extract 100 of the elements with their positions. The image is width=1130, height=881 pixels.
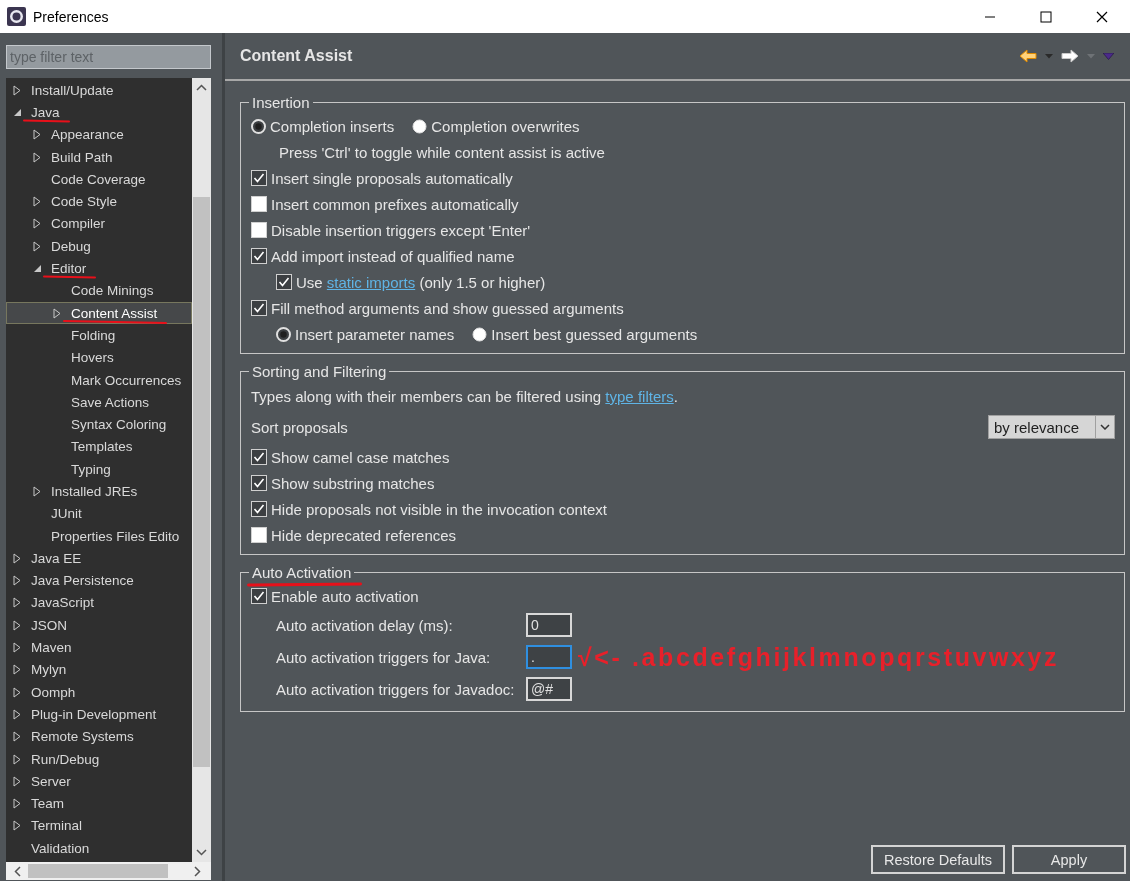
app-icon [7,7,26,26]
radio-label: Completion overwrites [431,117,580,135]
expand-arrow-icon[interactable] [13,731,21,743]
group-title: Auto Activation [252,564,352,581]
tree-item[interactable]: Properties Files Edito [6,524,192,548]
expand-arrow-icon[interactable] [33,151,41,163]
tree-item[interactable]: Folding [6,324,192,347]
tree-item[interactable]: Java Persistence [6,569,192,592]
input-field[interactable]: @# [526,677,572,701]
tree-item[interactable]: Team [6,792,192,815]
expand-arrow-icon[interactable] [13,84,21,96]
horizontal-scrollbar[interactable] [6,862,211,880]
radio-button[interactable] [251,118,266,134]
apply-button[interactable]: Apply [1012,845,1126,874]
field-label: Auto activation triggers for Java: [276,648,492,666]
expand-arrow-icon[interactable] [13,820,21,832]
expand-arrow-icon[interactable] [13,575,21,587]
dropdown[interactable]: by relevance [988,415,1115,439]
expand-arrow-icon[interactable] [13,798,21,810]
checkbox[interactable] [251,588,267,604]
tree-item[interactable]: Save Actions [6,391,192,414]
checkbox-label: Insert single proposals automatically [271,169,513,187]
tree-item[interactable]: Editor [6,257,192,280]
tree-item[interactable]: Compiler [6,212,192,236]
checkbox-label: Enable auto activation [271,587,419,605]
back-arrow-icon[interactable] [1019,49,1037,63]
radio-button[interactable] [276,326,291,342]
collapse-arrow-icon[interactable] [32,264,42,273]
tree-item[interactable]: Java EE [6,547,192,570]
tree-item[interactable]: Content Assist [6,301,192,325]
collapse-arrow-icon[interactable] [12,107,22,117]
tree-item[interactable]: JUnit [6,502,192,525]
radio-button[interactable] [412,118,428,134]
scrollbar-thumb[interactable] [28,864,168,878]
checkbox-label: Disable insertion triggers except 'Enter' [271,221,531,239]
scroll-down-icon[interactable] [196,848,207,856]
expand-arrow-icon[interactable] [53,307,61,319]
tree-item[interactable]: Code Minings [6,279,192,302]
tree-item[interactable]: Build Path [6,145,192,169]
checkbox[interactable] [251,222,267,238]
checkbox[interactable] [251,475,267,491]
scrollbar-thumb[interactable] [193,197,210,767]
tree-item[interactable]: Hovers [6,346,192,369]
expand-arrow-icon[interactable] [13,753,21,765]
expand-arrow-icon[interactable] [13,664,21,676]
checkbox[interactable] [251,449,267,465]
expand-arrow-icon[interactable] [33,486,41,497]
scroll-up-icon[interactable] [196,84,207,92]
expand-arrow-icon[interactable] [33,218,41,230]
tree-item[interactable]: Mylyn [6,658,192,681]
expand-arrow-icon[interactable] [13,775,21,787]
checkbox[interactable] [251,248,267,264]
tree-item[interactable]: Run/Debug [6,747,192,771]
scroll-left-icon[interactable] [14,865,22,877]
checkbox[interactable] [251,300,267,316]
filter-field[interactable]: type filter text [6,45,211,69]
forward-arrow-icon[interactable] [1061,49,1079,63]
checkbox[interactable] [276,274,292,290]
tree-item[interactable]: Remote Systems [6,725,192,748]
tree-item[interactable]: Mark Occurrences [6,368,192,392]
tree-item[interactable]: Oomph [6,681,192,704]
tree-item[interactable]: Server [6,770,192,793]
tree-item[interactable]: Validation [6,837,192,860]
dropdown-caret-icon [1087,53,1095,59]
tree-item[interactable]: Java [6,101,192,124]
input-field[interactable]: 0 [526,613,572,637]
vertical-scrollbar[interactable] [192,78,211,862]
tree-item[interactable]: Install/Update [6,79,192,102]
tree-item[interactable]: Terminal [6,814,192,838]
expand-arrow-icon[interactable] [13,552,21,564]
restore-defaults-button[interactable]: Restore Defaults [871,845,1005,874]
field-label: Auto activation delay (ms): [276,616,454,634]
tree-item[interactable]: Installed JREs [6,480,192,503]
checkbox[interactable] [251,170,267,186]
tree-item[interactable]: Plug-in Development [6,703,192,726]
radio-button[interactable] [472,326,488,342]
expand-arrow-icon[interactable] [33,240,41,252]
tree-item[interactable]: Templates [6,435,192,459]
tree-item[interactable]: Debug [6,235,192,258]
expand-arrow-icon[interactable] [33,129,41,141]
tree-item[interactable]: Typing [6,458,192,481]
input-field[interactable]: . [526,645,572,669]
tree-item[interactable]: Code Style [6,190,192,213]
checkbox[interactable] [251,501,267,517]
expand-arrow-icon[interactable] [13,642,21,654]
tree-item[interactable]: Appearance [6,123,192,146]
tree-item[interactable]: Maven [6,636,192,659]
tree-item[interactable]: Syntax Coloring [6,413,192,436]
expand-arrow-icon[interactable] [13,597,21,609]
expand-arrow-icon[interactable] [13,686,21,698]
tree-item[interactable]: JSON [6,614,192,637]
checkbox[interactable] [251,196,267,212]
tree-item[interactable]: JavaScript [6,591,192,615]
field-label: Auto activation triggers for Javadoc: [276,680,516,698]
scroll-right-icon[interactable] [193,865,201,877]
checkbox[interactable] [251,527,267,543]
expand-arrow-icon[interactable] [13,708,21,720]
expand-arrow-icon[interactable] [33,196,41,208]
tree-item[interactable]: Code Coverage [6,168,192,191]
expand-arrow-icon[interactable] [13,619,21,631]
